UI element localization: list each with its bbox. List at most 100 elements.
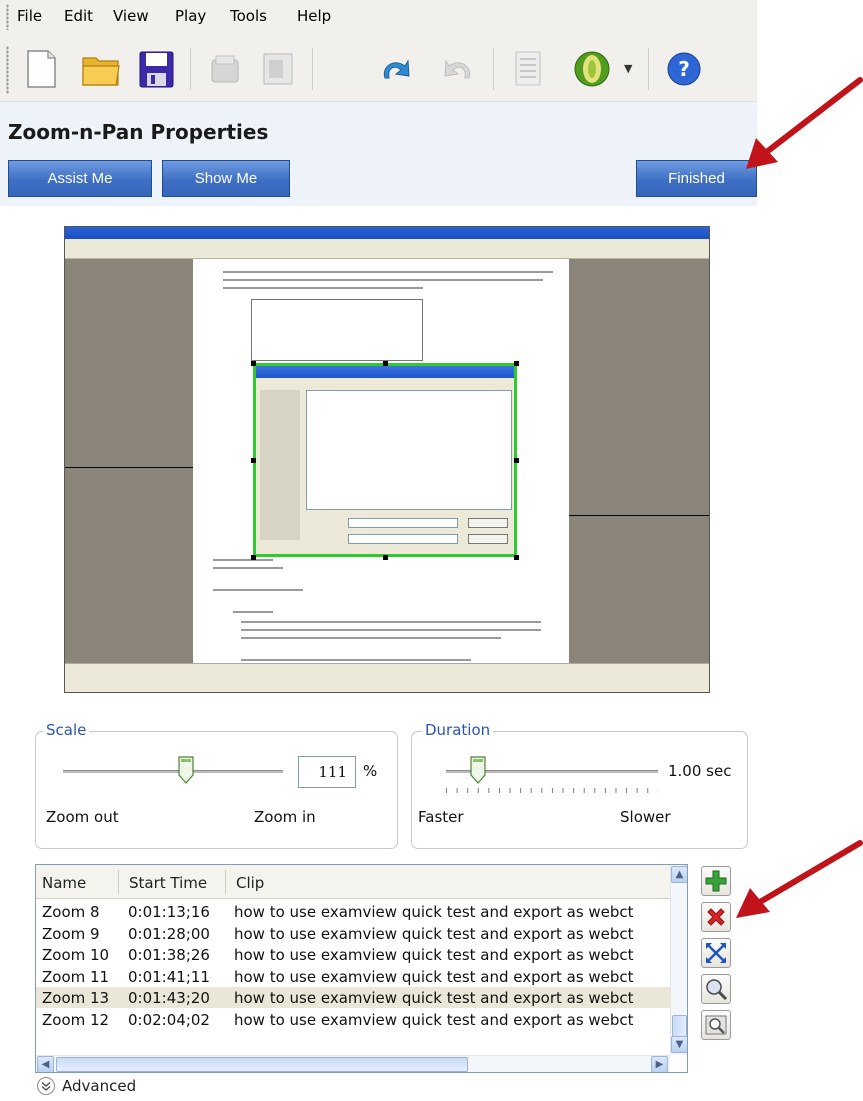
menu-edit[interactable]: Edit [64, 7, 93, 25]
help-button[interactable]: ? [661, 46, 707, 92]
list-item[interactable]: Zoom 10 0:01:38;26 how to use examview qui… [36, 944, 670, 965]
zoom-to-icon [706, 979, 728, 1001]
column-header-name[interactable]: Name [42, 874, 86, 892]
scale-slider-track[interactable] [63, 770, 283, 773]
resize-handle[interactable] [383, 555, 388, 560]
horizontal-scroll-thumb[interactable] [56, 1057, 468, 1072]
toolbar-grip[interactable] [6, 46, 9, 94]
zoom-list[interactable]: Name Start Time Clip Zoom 8 0:01:13;16 how… [35, 864, 688, 1073]
properties-panel: Zoom-n-Pan Properties Assist Me Show Me … [0, 102, 757, 206]
duration-value: 1.00 sec [668, 762, 732, 780]
menu-bar: File Edit View Play Tools Help [0, 0, 757, 34]
checklist-icon [515, 51, 541, 86]
row-name: Zoom 12 [42, 1010, 110, 1029]
row-clip: how to use examview quick test and expor… [234, 903, 634, 921]
menu-tools[interactable]: Tools [230, 7, 267, 25]
scroll-down-icon[interactable]: ▼ [671, 1036, 687, 1053]
menu-grip[interactable] [6, 4, 9, 30]
resize-handle[interactable] [251, 361, 256, 366]
list-item[interactable]: Zoom 12 0:02:04;02 how to use examview qui… [36, 1009, 670, 1030]
produce-icon [574, 51, 610, 87]
save-icon [139, 51, 174, 88]
scale-unit: % [363, 762, 378, 780]
fit-button[interactable] [701, 938, 731, 968]
scroll-up-icon[interactable]: ▲ [671, 866, 687, 883]
row-clip: how to use examview quick test and expor… [234, 946, 634, 964]
undo-button[interactable] [371, 46, 417, 92]
row-start-time: 0:02:04;02 [128, 1010, 210, 1029]
redo-button[interactable] [437, 46, 483, 92]
row-name: Zoom 9 [42, 924, 100, 943]
delete-icon [707, 908, 725, 926]
preview-zoom-icon [705, 1015, 727, 1035]
page-title: Zoom-n-Pan Properties [8, 120, 269, 144]
row-start-time: 0:01:43;20 [128, 989, 210, 1007]
new-button[interactable] [18, 46, 64, 92]
zoom-preview[interactable] [64, 226, 710, 693]
duration-slider-thumb[interactable] [470, 756, 486, 784]
menu-file[interactable]: File [17, 7, 42, 25]
annotation-arrow-icon [736, 840, 863, 918]
scale-slider-thumb[interactable] [178, 756, 194, 784]
row-start-time: 0:01:13;16 [128, 903, 210, 921]
horizontal-scrollbar[interactable]: ◀ ▶ [36, 1055, 670, 1072]
row-clip: how to use examview quick test and expor… [234, 924, 634, 943]
resize-handle[interactable] [251, 458, 256, 463]
zoom-to-button[interactable] [701, 974, 731, 1004]
import-button[interactable] [202, 46, 248, 92]
svg-text:?: ? [678, 57, 690, 81]
scroll-right-icon[interactable]: ▶ [651, 1056, 668, 1072]
preview-window-titlebar [65, 227, 709, 239]
column-header-clip[interactable]: Clip [236, 874, 264, 892]
row-clip: how to use examview quick test and expor… [234, 1010, 634, 1029]
undo-icon [383, 59, 410, 79]
menu-view[interactable]: View [113, 7, 149, 25]
show-me-button[interactable]: Show Me [162, 160, 290, 197]
menu-play[interactable]: Play [175, 7, 206, 25]
list-item[interactable]: Zoom 13 0:01:43;20 how to use examview qui… [36, 987, 670, 1008]
resize-handle[interactable] [514, 555, 519, 560]
toolbar: ▼ ? [0, 34, 757, 102]
scroll-left-icon[interactable]: ◀ [37, 1056, 54, 1072]
delete-button[interactable] [701, 902, 731, 932]
resize-handle[interactable] [514, 361, 519, 366]
scale-input[interactable]: 111 [298, 756, 356, 788]
list-item[interactable]: Zoom 8 0:01:13;16 how to use examview quic… [36, 901, 670, 922]
vertical-scroll-thumb[interactable] [672, 1015, 687, 1037]
column-header-start-time[interactable]: Start Time [129, 874, 207, 892]
vertical-scrollbar[interactable]: ▲ ▼ [670, 865, 687, 1055]
scale-label: Scale [43, 721, 90, 739]
row-clip: how to use examview quick test and expor… [234, 967, 634, 986]
toolbar-separator [648, 48, 649, 90]
export-button[interactable] [255, 46, 301, 92]
assist-me-button[interactable]: Assist Me [8, 160, 152, 197]
produce-dropdown-arrow-icon[interactable]: ▼ [624, 62, 632, 75]
preview-zoom-button[interactable] [701, 1010, 731, 1040]
row-start-time: 0:01:28;00 [128, 924, 210, 943]
resize-handle[interactable] [383, 361, 388, 366]
menu-help[interactable]: Help [297, 7, 331, 25]
redo-icon [444, 59, 471, 79]
open-folder-icon [82, 57, 120, 86]
zoom-region-frame[interactable] [253, 363, 517, 557]
save-button[interactable] [133, 46, 179, 92]
open-button[interactable] [78, 46, 124, 92]
checklist-button[interactable] [505, 46, 551, 92]
row-name: Zoom 13 [42, 989, 110, 1007]
import-icon [211, 55, 239, 83]
row-name: Zoom 11 [42, 967, 110, 986]
export-icon [263, 53, 293, 85]
zoom-in-label: Zoom in [254, 808, 316, 826]
annotation-arrow-icon [746, 77, 863, 169]
list-item[interactable]: Zoom 11 0:01:41;11 how to use examview qui… [36, 966, 670, 987]
advanced-toggle[interactable]: Advanced [36, 1076, 136, 1096]
faster-label: Faster [418, 808, 464, 826]
row-start-time: 0:01:41;11 [128, 967, 210, 986]
list-item[interactable]: Zoom 9 0:01:28;00 how to use examview quic… [36, 923, 670, 944]
expand-chevron-icon [37, 1077, 55, 1095]
row-name: Zoom 10 [42, 946, 110, 964]
add-button[interactable] [701, 866, 731, 896]
resize-handle[interactable] [251, 555, 256, 560]
resize-handle[interactable] [514, 458, 519, 463]
produce-button[interactable] [570, 46, 616, 92]
